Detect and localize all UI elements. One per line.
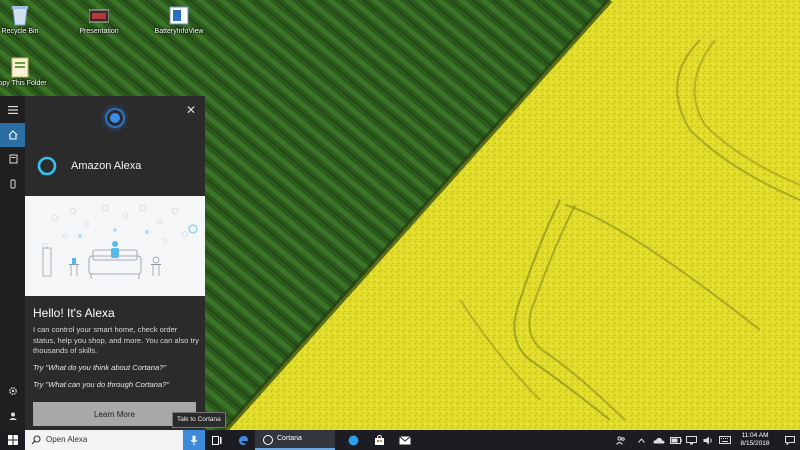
clock-date: 8/15/2018 (740, 440, 770, 447)
desktop-icon-presentation[interactable]: Presentation (71, 4, 127, 36)
alexa-description: I can control your smart home, check ord… (33, 325, 199, 355)
cortana-taskbar-label: Cortana (277, 435, 302, 442)
store-icon[interactable] (370, 430, 388, 450)
clock-time: 11:04 AM (741, 432, 769, 439)
search-icon (31, 435, 41, 445)
cortana-logo-icon (107, 110, 123, 126)
desktop-icon-batteryinfoview[interactable]: BatteryInfoView (151, 4, 207, 36)
taskbar: Open Alexa Cortana 11:04 AM 8/15/2018 (0, 430, 800, 450)
taskbar-search-box[interactable]: Open Alexa (25, 430, 183, 450)
recycle-bin-icon (10, 4, 30, 26)
cortana-nav-rail (0, 96, 25, 430)
try-suggestion: Try "What do you think about Cortana?" (33, 363, 167, 372)
edge-browser-icon[interactable] (234, 430, 252, 450)
settings-icon[interactable] (0, 379, 25, 403)
mail-icon[interactable] (396, 430, 414, 450)
desktop-icon-recycle-bin[interactable]: Recycle Bin (0, 4, 48, 36)
notebook-icon[interactable] (0, 147, 25, 171)
windows-logo-icon (7, 435, 18, 445)
safari-browser-icon[interactable] (344, 430, 362, 450)
microphone-icon (190, 435, 198, 445)
talk-to-cortana-tooltip: Talk to Cortana (172, 412, 226, 428)
onedrive-icon[interactable] (652, 430, 666, 450)
desktop-icon-label: Presentation (79, 28, 119, 35)
system-clock[interactable]: 11:04 AM 8/15/2018 (735, 432, 775, 448)
folder-file-icon (10, 56, 30, 78)
task-view-icon[interactable] (208, 430, 226, 450)
alexa-logo-icon (37, 156, 57, 176)
devices-icon[interactable] (0, 172, 25, 196)
people-icon[interactable] (614, 430, 628, 450)
cortana-ring-icon (263, 435, 273, 445)
desktop-icon-label: Copy This Folder (0, 80, 47, 87)
keyboard-icon[interactable] (718, 430, 732, 450)
start-button[interactable] (0, 430, 25, 450)
skill-header: Amazon Alexa (25, 148, 205, 188)
try-suggestion: Try "What can you do through Cortana?" (33, 380, 170, 389)
network-icon[interactable] (685, 430, 698, 450)
feedback-icon[interactable] (0, 404, 25, 428)
close-icon[interactable]: ✕ (185, 104, 197, 116)
action-center-icon[interactable] (782, 430, 798, 450)
desktop-icon-label: BatteryInfoView (154, 28, 204, 35)
volume-icon[interactable] (702, 430, 715, 450)
alexa-greeting: Hello! It's Alexa (33, 306, 115, 320)
hamburger-menu-icon[interactable] (0, 98, 25, 122)
app-window-icon (169, 4, 189, 26)
desktop-icon-copy-this-folder[interactable]: Copy This Folder (0, 56, 48, 88)
microphone-button[interactable] (183, 430, 205, 450)
video-file-icon (88, 4, 110, 26)
home-icon[interactable] (0, 123, 25, 147)
alexa-illustration (25, 196, 205, 296)
desktop-icon-label: Recycle Bin (1, 28, 39, 35)
cortana-panel: ✕ Amazon Alexa Hello! It's Alexa I can c… (25, 96, 205, 430)
chevron-up-icon[interactable] (636, 430, 646, 450)
battery-icon[interactable] (669, 430, 682, 450)
skill-title: Amazon Alexa (71, 160, 142, 172)
search-input[interactable]: Open Alexa (46, 435, 87, 444)
cortana-taskbar-button[interactable]: Cortana (255, 430, 335, 450)
